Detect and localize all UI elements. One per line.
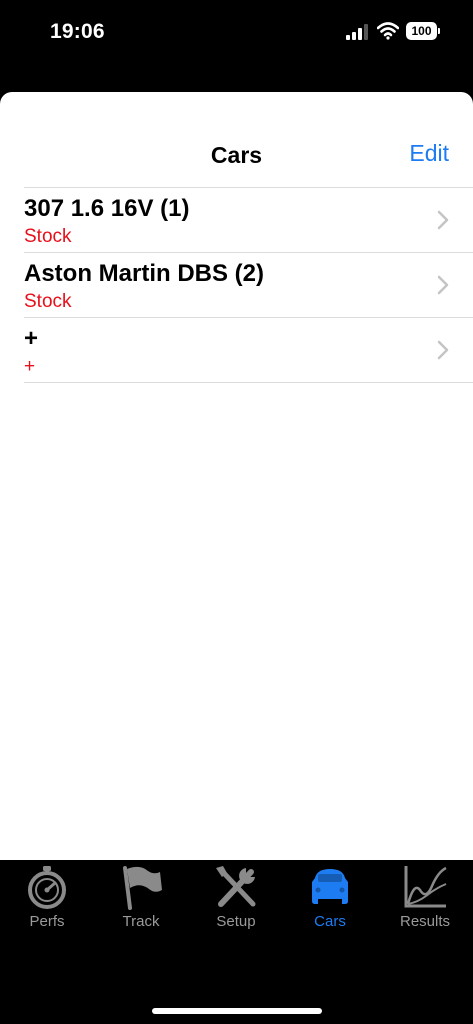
status-time: 19:06 <box>50 20 105 43</box>
list-item-car-1[interactable]: 307 1.6 16V (1) Stock <box>24 188 473 253</box>
home-indicator[interactable] <box>152 1008 322 1014</box>
cars-sheet: Cars Edit 307 1.6 16V (1) Stock Aston Ma… <box>0 92 473 860</box>
add-car-label: + <box>24 325 39 352</box>
tools-icon <box>216 866 256 907</box>
battery-level: 100 <box>406 22 437 40</box>
tab-label: Perfs <box>29 913 65 930</box>
page-title: Cars <box>210 142 263 168</box>
app-screen: 19:06 100 Cars Edit 307 1.6 16V (1) Stoc… <box>0 0 473 1024</box>
car-name: Aston Martin DBS (2) <box>24 260 264 287</box>
chevron-right-icon <box>437 275 449 295</box>
add-car-subtitle: + <box>24 356 36 377</box>
car-icon <box>312 869 348 904</box>
tab-label: Cars <box>314 913 346 930</box>
tab-track[interactable]: Track <box>94 860 188 935</box>
tab-setup[interactable]: Setup <box>189 860 283 935</box>
car-subtitle: Stock <box>24 291 72 312</box>
cellular-signal-icon <box>346 24 368 40</box>
wifi-icon <box>377 22 399 40</box>
battery-indicator: 100 <box>406 22 440 40</box>
tab-label: Track <box>122 913 160 930</box>
chevron-right-icon <box>437 210 449 230</box>
list-item-add-car[interactable]: + + <box>24 318 473 383</box>
chart-icon <box>404 866 447 908</box>
tab-perfs[interactable]: Perfs <box>0 860 94 935</box>
edit-button[interactable]: Edit <box>409 140 449 167</box>
tab-label: Setup <box>216 913 256 930</box>
car-name: 307 1.6 16V (1) <box>24 195 190 222</box>
battery-tip <box>438 28 440 34</box>
tab-cars[interactable]: Cars <box>283 860 377 935</box>
chevron-right-icon <box>437 340 449 360</box>
flag-icon <box>123 866 162 910</box>
status-bar: 19:06 100 <box>0 0 473 64</box>
tab-label: Results <box>399 913 451 930</box>
list-item-car-2[interactable]: Aston Martin DBS (2) Stock <box>24 253 473 318</box>
car-list: 307 1.6 16V (1) Stock Aston Martin DBS (… <box>24 187 473 383</box>
tab-bar: Perfs Track Setup Cars Results <box>0 860 473 1024</box>
car-subtitle: Stock <box>24 226 72 247</box>
tab-results[interactable]: Results <box>378 860 472 935</box>
stopwatch-icon <box>28 866 66 909</box>
